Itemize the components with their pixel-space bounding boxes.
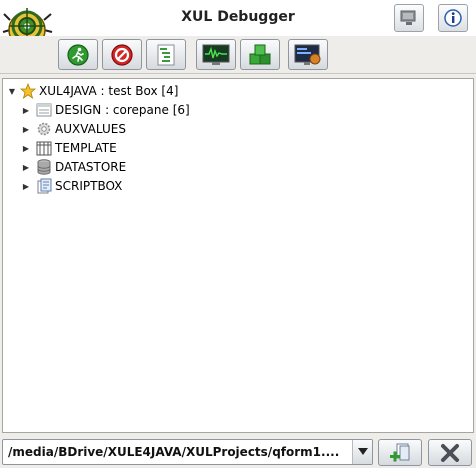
- tree-node-scriptbox[interactable]: ▶ SCRIPTBOX: [21, 177, 122, 195]
- collapsed-triangle-icon[interactable]: ▶: [21, 105, 31, 115]
- step-list-icon: [157, 44, 175, 65]
- tree-node-label: DATASTORE: [55, 160, 127, 174]
- stop-button[interactable]: [102, 39, 142, 70]
- monitor-icon: [400, 10, 416, 25]
- add-file-button[interactable]: [378, 439, 422, 466]
- chevron-down-icon: [357, 448, 368, 455]
- add-document-icon: [390, 443, 410, 461]
- collapsed-triangle-icon[interactable]: ▶: [21, 124, 31, 134]
- gear-icon: [35, 121, 53, 137]
- title-bar: XUL Debugger: [0, 0, 476, 36]
- tree-node-label: XUL4JAVA : test Box [4]: [39, 84, 179, 98]
- structure-tree[interactable]: ▼ XUL4JAVA : test Box [4] ▶ DESIGN : cor…: [2, 78, 474, 433]
- collapsed-triangle-icon[interactable]: ▶: [21, 181, 31, 191]
- window-monitor-button[interactable]: [394, 4, 424, 32]
- green-blocks-icon: [249, 44, 271, 64]
- stop-icon: [111, 43, 133, 66]
- tree-node-label: DESIGN : corepane [6]: [55, 103, 190, 117]
- script-icon: [35, 178, 53, 194]
- star-icon: [19, 83, 37, 99]
- step-list-button[interactable]: [146, 39, 186, 70]
- close-button[interactable]: [428, 439, 472, 466]
- running-man-icon: [67, 43, 89, 66]
- toolbar: [0, 36, 476, 74]
- bottom-bar: /media/BDrive/XULE4JAVA/XULProjects/qfor…: [0, 436, 476, 468]
- tree-root-node[interactable]: ▼ XUL4JAVA : test Box [4]: [7, 82, 178, 100]
- panel-icon: [35, 102, 53, 118]
- expanded-triangle-icon[interactable]: ▼: [7, 86, 17, 96]
- template-icon: [35, 140, 53, 156]
- dropdown-arrow-button[interactable]: [352, 440, 372, 464]
- collapsed-triangle-icon[interactable]: ▶: [21, 143, 31, 153]
- tree-node-design[interactable]: ▶ DESIGN : corepane [6]: [21, 101, 190, 119]
- tree-node-label: SCRIPTBOX: [55, 179, 123, 193]
- components-button[interactable]: [240, 39, 280, 70]
- tree-node-label: AUXVALUES: [55, 122, 126, 136]
- console-monitor-icon: [294, 44, 321, 65]
- debugger-window: XUL Debugger ▼ XUL4JAVA: test Box [4] ▶…: [0, 0, 476, 468]
- console-button[interactable]: [288, 39, 328, 70]
- info-button[interactable]: [438, 4, 468, 32]
- collapsed-triangle-icon[interactable]: ▶: [21, 162, 31, 172]
- info-icon: [444, 9, 462, 27]
- tree-node-auxvalues[interactable]: ▶ AUXVALUES: [21, 120, 126, 138]
- path-value: /media/BDrive/XULE4JAVA/XULProjects/qfor…: [8, 445, 340, 459]
- tree-node-label: TEMPLATE: [55, 141, 117, 155]
- tree-node-datastore[interactable]: ▶ DATASTORE: [21, 158, 126, 176]
- run-button[interactable]: [58, 39, 98, 70]
- monitor-waveform-button[interactable]: [196, 39, 236, 70]
- tree-node-template[interactable]: ▶ TEMPLATE: [21, 139, 117, 157]
- database-icon: [35, 159, 53, 175]
- waveform-monitor-icon: [202, 44, 230, 65]
- close-icon: [441, 443, 459, 462]
- path-combobox[interactable]: /media/BDrive/XULE4JAVA/XULProjects/qfor…: [2, 439, 373, 465]
